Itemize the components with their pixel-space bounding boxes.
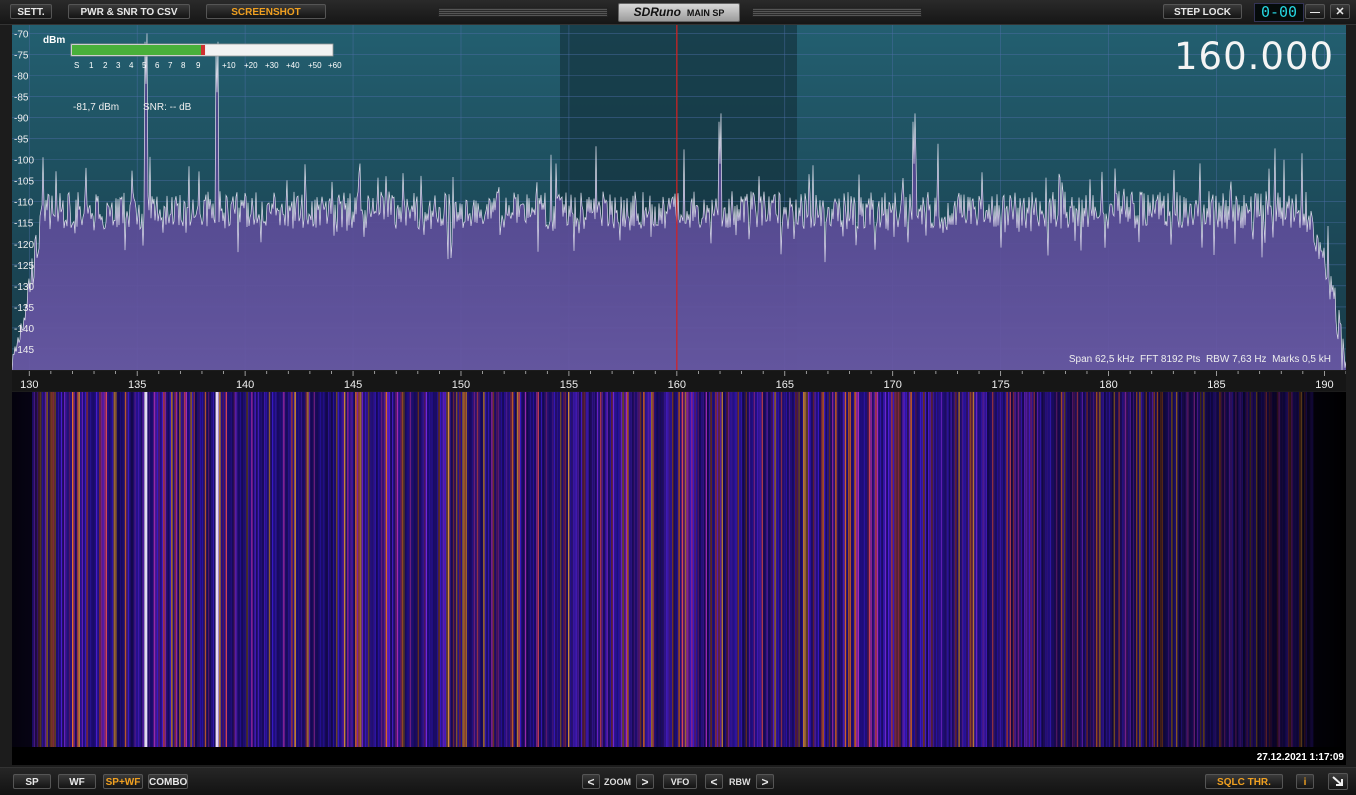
db-tick-label: -120 xyxy=(14,240,34,251)
db-tick-label: -135 xyxy=(14,303,34,314)
s-meter-label: +10 xyxy=(222,61,236,70)
frequency-tick-label: 140 xyxy=(236,379,254,391)
spectrum-display[interactable]: -70 -75 -80 -85 -90 -95 -100 -105 -110 -115 -120 -1… xyxy=(12,25,1346,370)
drag-grip-right[interactable] xyxy=(752,7,922,17)
db-tick-label: -110 xyxy=(14,198,34,209)
bottom-toolbar: SP WF SP+WF COMBO < ZOOM > VFO < RBW > S… xyxy=(0,767,1356,795)
db-tick-label: -90 xyxy=(14,114,29,125)
s-meter-label: +30 xyxy=(265,61,279,70)
db-tick-label: -80 xyxy=(14,71,29,82)
s-meter-label: 1 xyxy=(89,61,94,70)
frequency-tick-label: 155 xyxy=(560,379,578,391)
s-meter-label: 9 xyxy=(196,61,201,70)
sdruno-logo: SDRuno xyxy=(633,5,681,19)
frequency-tick-label: 135 xyxy=(128,379,146,391)
s-meter-label: 5 xyxy=(142,61,147,70)
s-meter-label: 8 xyxy=(181,61,186,70)
settings-button[interactable]: SETT. xyxy=(10,4,52,19)
screenshot-button[interactable]: SCREENSHOT xyxy=(206,4,326,19)
db-tick-label: -75 xyxy=(14,50,29,61)
waterfall-edge-fade xyxy=(12,392,1346,765)
db-tick-label: -100 xyxy=(14,156,34,167)
s-meter-label: +60 xyxy=(328,61,342,70)
s-meter-label: +40 xyxy=(286,61,300,70)
resize-arrow-icon xyxy=(1332,776,1343,786)
s-meter-peak xyxy=(201,45,206,55)
s-meter-label: 7 xyxy=(168,61,173,70)
combo-mode-button[interactable]: COMBO xyxy=(148,774,188,789)
frequency-tick-label: 190 xyxy=(1315,379,1333,391)
s-meter-label: +20 xyxy=(244,61,258,70)
s-meter-label: +50 xyxy=(308,61,322,70)
frequency-tick-label: 150 xyxy=(452,379,470,391)
s-meter-bar xyxy=(72,45,204,55)
level-readout: -81,7 dBm xyxy=(73,102,119,113)
db-tick-label: -140 xyxy=(14,324,34,335)
waterfall-timestamp: 27.12.2021 1:17:09 xyxy=(1257,752,1345,763)
s-meter-label: S xyxy=(74,61,79,70)
frequency-tick-label: 180 xyxy=(1099,379,1117,391)
db-tick-label: -125 xyxy=(14,261,34,272)
db-tick-label: -115 xyxy=(14,219,34,230)
step-digits-display: 0-00 xyxy=(1254,3,1304,22)
rbw-decrease-button[interactable]: < xyxy=(705,774,723,789)
vfo-button[interactable]: VFO xyxy=(663,774,697,789)
db-tick-label: -70 xyxy=(14,29,29,40)
waterfall-display[interactable]: 27.12.2021 1:17:09 xyxy=(12,392,1346,765)
waterfall-footer xyxy=(12,747,1346,765)
s-meter-label: 3 xyxy=(116,61,121,70)
minimize-button[interactable]: — xyxy=(1305,4,1325,19)
center-frequency-readout: 160.000 xyxy=(1174,35,1334,78)
frequency-tick-label: 165 xyxy=(776,379,794,391)
s-meter-label: 4 xyxy=(129,61,134,70)
pwr-snr-csv-button[interactable]: PWR & SNR TO CSV xyxy=(68,4,190,19)
frequency-axis[interactable]: 130 135 140 145 150 155 160 165 170 175 180 185 190 xyxy=(12,371,1346,391)
frequency-tick-label: 175 xyxy=(991,379,1009,391)
window-title[interactable]: SDRuno MAIN SP xyxy=(618,3,740,22)
zoom-increase-button[interactable]: > xyxy=(636,774,654,789)
zoom-decrease-button[interactable]: < xyxy=(582,774,600,789)
snr-readout: SNR: -- dB xyxy=(143,102,192,113)
rbw-label: RBW xyxy=(729,777,751,787)
wf-mode-button[interactable]: WF xyxy=(58,774,96,789)
step-lock-button[interactable]: STEP LOCK xyxy=(1163,4,1242,19)
sp-mode-button[interactable]: SP xyxy=(13,774,51,789)
db-tick-label: -105 xyxy=(14,177,34,188)
close-button[interactable]: ✕ xyxy=(1330,4,1350,19)
zoom-label: ZOOM xyxy=(604,777,631,787)
s-meter-label: 2 xyxy=(103,61,108,70)
frequency-tick-label: 170 xyxy=(884,379,902,391)
frequency-tick-label: 130 xyxy=(20,379,38,391)
resize-handle[interactable] xyxy=(1328,773,1348,790)
title-bar: SETT. PWR & SNR TO CSV SCREENSHOT SDRuno… xyxy=(0,0,1356,25)
frequency-tick-label: 145 xyxy=(344,379,362,391)
window-name: MAIN SP xyxy=(686,8,725,18)
s-meter-label: 6 xyxy=(155,61,160,70)
squelch-threshold-button[interactable]: SQLC THR. xyxy=(1205,774,1283,789)
db-tick-label: -145 xyxy=(14,345,34,356)
sp-wf-mode-button[interactable]: SP+WF xyxy=(103,774,143,789)
frequency-tick-label: 160 xyxy=(668,379,686,391)
db-tick-label: -85 xyxy=(14,93,29,104)
drag-grip-left[interactable] xyxy=(438,7,608,17)
frequency-tick-label: 185 xyxy=(1207,379,1225,391)
db-tick-label: -95 xyxy=(14,135,29,146)
db-tick-label: -130 xyxy=(14,282,34,293)
spectrum-info: Span 62,5 kHz FFT 8192 Pts RBW 7,63 Hz M… xyxy=(1069,354,1331,365)
info-button[interactable]: i xyxy=(1296,774,1314,789)
dbm-unit-label: dBm xyxy=(43,35,65,46)
rbw-increase-button[interactable]: > xyxy=(756,774,774,789)
